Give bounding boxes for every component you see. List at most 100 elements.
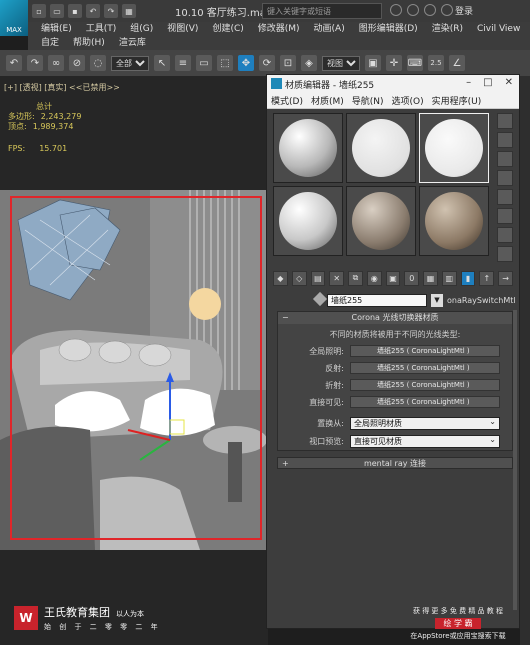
reference-coord-dropdown[interactable]: 视图: [322, 55, 360, 71]
user-icon[interactable]: [441, 4, 453, 16]
material-editor-titlebar[interactable]: 材质编辑器 - 墙纸255 – □ ✕: [267, 75, 519, 93]
mental-ray-rollout[interactable]: + mental ray 连接: [277, 457, 513, 469]
select-manipulate-icon[interactable]: ✛: [386, 55, 402, 71]
menu-item[interactable]: 渲染(R): [425, 22, 470, 36]
material-slot-2[interactable]: [346, 113, 416, 183]
redo-icon[interactable]: ↷: [27, 55, 43, 71]
menu-item[interactable]: 工具(T): [79, 22, 124, 36]
material-editor-menu-item[interactable]: 导航(N): [352, 94, 384, 107]
ray-type-material-button[interactable]: 墙纸255 ( CoronaLightMtl ): [350, 396, 500, 408]
angle-snap-icon[interactable]: ∠: [449, 55, 465, 71]
ray-type-material-button[interactable]: 墙纸255 ( CoronaLightMtl ): [350, 345, 500, 357]
menu-item[interactable]: 图形编辑器(D): [352, 22, 425, 36]
material-editor-menu-item[interactable]: 材质(M): [311, 94, 344, 107]
scale-icon[interactable]: ⊡: [280, 55, 296, 71]
make-preview-icon[interactable]: [497, 208, 513, 224]
close-icon[interactable]: ✕: [505, 77, 513, 88]
app-logo[interactable]: MAX: [0, 0, 28, 36]
project-icon[interactable]: ▦: [122, 4, 136, 18]
select-by-name-icon[interactable]: ≡: [175, 55, 191, 71]
pick-material-icon[interactable]: [312, 291, 328, 307]
material-name-field[interactable]: 墙纸255: [327, 293, 427, 307]
rotate-icon[interactable]: ⟳: [259, 55, 275, 71]
material-slot-5[interactable]: [346, 186, 416, 256]
sample-type-icon[interactable]: [497, 113, 513, 129]
material-editor-window[interactable]: 材质编辑器 - 墙纸255 – □ ✕ 模式(D) 材质(M) 导航(N) 选项(O)…: [266, 74, 520, 629]
brand-logo: W: [14, 606, 38, 630]
viewport-label[interactable]: [+] [透视] [真实] <<已禁用>>: [4, 82, 120, 93]
material-editor-menu-item[interactable]: 选项(O): [392, 94, 424, 107]
rect-selection-icon[interactable]: ▭: [196, 55, 212, 71]
material-type-button[interactable]: onaRaySwitchMtl: [447, 296, 516, 305]
material-editor-menu-item[interactable]: 实用程序(U): [432, 94, 482, 107]
menu-item[interactable]: 自定: [34, 36, 66, 50]
go-to-parent-icon[interactable]: ↑: [479, 270, 495, 286]
menu-item[interactable]: 组(G): [123, 22, 160, 36]
keyboard-shortcut-icon[interactable]: ⌨: [407, 55, 423, 71]
material-editor-scrollbar[interactable]: [513, 310, 517, 610]
make-unique-icon[interactable]: ◉: [366, 270, 382, 286]
maximize-icon[interactable]: □: [483, 77, 492, 88]
login-link[interactable]: 登录: [455, 4, 473, 17]
search-input[interactable]: 键入关键字或短语: [262, 3, 382, 19]
window-crossing-icon[interactable]: ⬚: [217, 55, 233, 71]
select-object-icon[interactable]: ↖: [154, 55, 170, 71]
show-end-result-icon[interactable]: ▥: [441, 270, 457, 286]
redo-icon[interactable]: ↷: [104, 4, 118, 18]
rollout-header[interactable]: − Corona 光线切换器材质: [278, 312, 512, 324]
menu-item[interactable]: 帮助(H): [66, 36, 112, 50]
selection-filter-dropdown[interactable]: 全部: [111, 55, 149, 71]
put-to-scene-icon[interactable]: ◇: [291, 270, 307, 286]
backlight-icon[interactable]: [497, 132, 513, 148]
video-color-check-icon[interactable]: [497, 189, 513, 205]
uv-tiling-icon[interactable]: [497, 170, 513, 186]
menu-item[interactable]: 视图(V): [160, 22, 205, 36]
new-file-icon[interactable]: ▫: [32, 4, 46, 18]
undo-icon[interactable]: ↶: [86, 4, 100, 18]
material-id-icon[interactable]: 0: [404, 270, 420, 286]
show-shaded-material-icon[interactable]: ▦: [423, 270, 438, 286]
go-forward-icon[interactable]: →: [498, 270, 513, 286]
options-icon[interactable]: [497, 227, 513, 243]
move-icon[interactable]: ✥: [238, 55, 254, 71]
undo-icon[interactable]: ↶: [6, 55, 22, 71]
make-copy-icon[interactable]: ⧉: [348, 270, 363, 286]
pivot-icon[interactable]: ▣: [365, 55, 381, 71]
material-slot-3-selected[interactable]: [419, 113, 489, 183]
open-folder-icon[interactable]: ▭: [50, 4, 64, 18]
viewport-preview-dropdown[interactable]: 直接可见材质: [350, 434, 500, 448]
star-icon[interactable]: [407, 4, 419, 16]
material-slot-6[interactable]: [419, 186, 489, 256]
menu-item[interactable]: 修改器(M): [251, 22, 307, 36]
binoculars-icon[interactable]: [390, 4, 402, 16]
select-by-material-icon[interactable]: [497, 246, 513, 262]
show-in-viewport-icon[interactable]: ▮: [460, 270, 476, 286]
replace-from-dropdown[interactable]: 全局照明材质: [350, 416, 500, 430]
get-material-icon[interactable]: ◆: [273, 270, 288, 286]
ray-type-material-button[interactable]: 墙纸255 ( CoronaLightMtl ): [350, 379, 500, 391]
snap-icon[interactable]: 2.5: [428, 55, 444, 71]
link-icon[interactable]: ∞: [48, 55, 64, 71]
help-icon[interactable]: [424, 4, 436, 16]
save-icon[interactable]: ▪: [68, 4, 82, 18]
ray-type-material-button[interactable]: 墙纸255 ( CoronaLightMtl ): [350, 362, 500, 374]
menu-item[interactable]: 创建(C): [205, 22, 250, 36]
menu-item[interactable]: 动画(A): [307, 22, 352, 36]
bind-spacewarp-icon[interactable]: ◌: [90, 55, 106, 71]
material-name-dropdown-icon[interactable]: ▼: [431, 293, 443, 307]
assign-to-selection-icon[interactable]: ▤: [310, 270, 326, 286]
material-editor-menu-item[interactable]: 模式(D): [271, 94, 303, 107]
menu-item[interactable]: Civil View: [470, 22, 527, 36]
reset-map-icon[interactable]: ✕: [329, 270, 345, 286]
menu-item[interactable]: 渲云库: [112, 36, 153, 50]
material-sphere-preview: [352, 192, 410, 250]
unlink-icon[interactable]: ⊘: [69, 55, 85, 71]
material-slot-1[interactable]: [273, 113, 343, 183]
put-to-library-icon[interactable]: ▣: [385, 270, 401, 286]
menu-item[interactable]: 编辑(E): [34, 22, 79, 36]
perspective-viewport[interactable]: [+] [透视] [真实] <<已禁用>> 总计 多边形: 2,243,279 顶…: [0, 76, 268, 645]
material-slot-4[interactable]: [273, 186, 343, 256]
minimize-icon[interactable]: –: [466, 77, 471, 88]
place-icon[interactable]: ◈: [301, 55, 317, 71]
background-icon[interactable]: [497, 151, 513, 167]
